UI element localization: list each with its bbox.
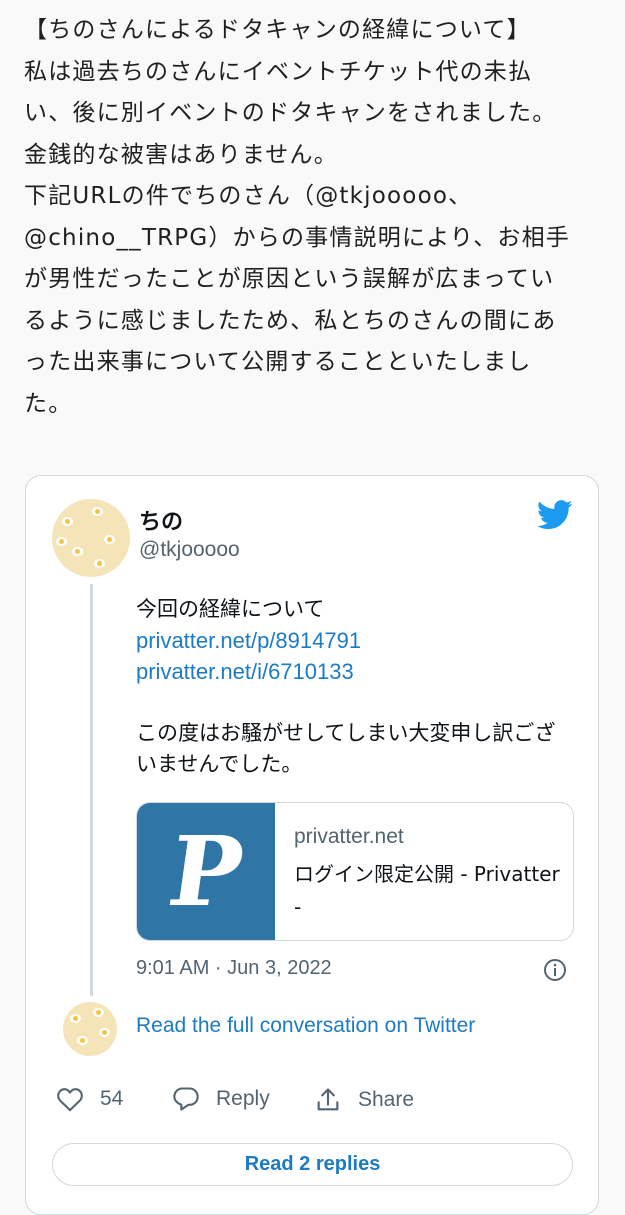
share-icon xyxy=(317,1088,339,1111)
read-replies-button[interactable]: Read 2 replies xyxy=(52,1143,573,1186)
reply-label: Reply xyxy=(216,1087,270,1110)
share-label: Share xyxy=(358,1088,415,1111)
logo-letter: P xyxy=(161,815,251,928)
article-line: 【ちのさんによるドタキャンの経緯について】 xyxy=(24,17,531,43)
article-line: るように感じましたため、私とちのさんの間にあ xyxy=(24,307,557,334)
thread-line xyxy=(90,584,93,996)
article-line: い、後に別イベントのドタキャンをされました。 xyxy=(24,100,557,126)
like-button[interactable]: 54 xyxy=(56,1086,123,1112)
avatar[interactable] xyxy=(63,1002,117,1056)
tweet-text: いませんでした。 xyxy=(136,752,303,776)
privatter-logo: P xyxy=(137,803,275,940)
link-preview-card[interactable]: P privatter.net ログイン限定公開 - Privatter - xyxy=(136,802,574,941)
tweet-body: 今回の経緯について privatter.net/p/8914791 privat… xyxy=(136,594,555,780)
link-title: ログイン限定公開 - Privatter - xyxy=(294,862,560,919)
article-line: が男性だったことが原因という誤解が広まってい xyxy=(24,266,555,292)
article-line: @chino__TRPG）からの事情説明により、お相手 xyxy=(24,224,571,251)
article-line: 下記URLの件でちのさん（@tkjooooo、 xyxy=(24,183,473,209)
twitter-bird-icon[interactable] xyxy=(537,500,573,530)
article-line: た。 xyxy=(24,390,73,417)
article-line: 金銭的な被害はありません。 xyxy=(24,141,338,168)
tweet-link[interactable]: privatter.net/p/8914791 xyxy=(136,625,555,656)
read-full-conversation-link[interactable]: Read the full conversation on Twitter xyxy=(136,1014,475,1038)
tweet-text: この度はお騒がせしてしまい大変申し訳ござ xyxy=(136,721,556,745)
author-name[interactable]: ちの xyxy=(139,504,183,536)
info-icon[interactable] xyxy=(543,958,567,982)
share-button[interactable]: Share xyxy=(314,1086,414,1114)
reply-icon xyxy=(173,1087,199,1111)
author-handle[interactable]: @tkjooooo xyxy=(139,538,240,562)
tweet-timestamp[interactable]: 9:01 AM · Jun 3, 2022 xyxy=(136,957,332,980)
like-count: 54 xyxy=(100,1087,124,1110)
tweet-link[interactable]: privatter.net/i/6710133 xyxy=(136,656,555,687)
article-line: った出来事について公開することといたしまし xyxy=(24,349,532,375)
reply-button[interactable]: Reply xyxy=(172,1086,270,1112)
embedded-tweet-card[interactable]: ちの @tkjooooo 今回の経緯について privatter.net/p/8… xyxy=(25,475,599,1215)
article-text: 【ちのさんによるドタキャンの経緯について】 私は過去ちのさんにイベントチケット代… xyxy=(24,10,614,425)
heart-icon xyxy=(57,1088,83,1112)
article-line: 私は過去ちのさんにイベントチケット代の未払 xyxy=(24,58,533,85)
tweet-text: 今回の経緯について xyxy=(136,597,325,621)
link-domain: privatter.net xyxy=(294,825,404,848)
avatar[interactable] xyxy=(52,499,130,577)
